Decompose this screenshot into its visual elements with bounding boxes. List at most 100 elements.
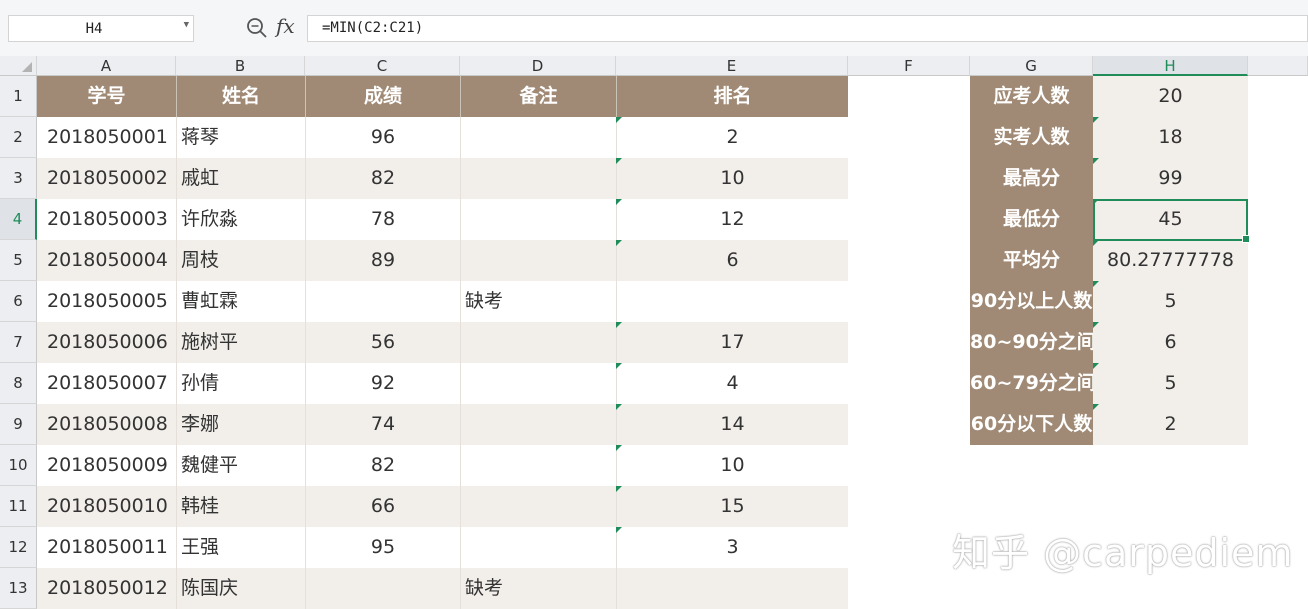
table-cell[interactable]: 2018050007	[37, 363, 176, 404]
table-cell[interactable]: 66	[305, 486, 460, 527]
table-cell[interactable]: 17	[616, 322, 848, 363]
table-cell[interactable]	[460, 363, 616, 404]
stat-label[interactable]: 90分以上人数	[970, 281, 1093, 322]
row-header-11[interactable]: 11	[0, 486, 37, 527]
table-cell[interactable]	[460, 445, 616, 486]
table-cell[interactable]: 蒋琴	[176, 117, 305, 158]
stat-value[interactable]: 18	[1093, 117, 1248, 158]
stat-value[interactable]: 99	[1093, 158, 1248, 199]
zoom-icon[interactable]	[246, 17, 268, 39]
table-cell[interactable]	[616, 281, 848, 322]
chevron-down-icon[interactable]: ▼	[184, 20, 189, 30]
table-cell[interactable]: 78	[305, 199, 460, 240]
stat-label[interactable]: 最低分	[970, 199, 1093, 240]
row-header-8[interactable]: 8	[0, 363, 37, 404]
row-header-12[interactable]: 12	[0, 527, 37, 568]
select-all-corner[interactable]	[0, 56, 37, 76]
table-cell[interactable]: 2018050005	[37, 281, 176, 322]
stat-value[interactable]: 2	[1093, 404, 1248, 445]
table-cell[interactable]: 2018050011	[37, 527, 176, 568]
table-cell[interactable]: 2018050009	[37, 445, 176, 486]
table-cell[interactable]: 周枝	[176, 240, 305, 281]
stat-label[interactable]: 60分以下人数	[970, 404, 1093, 445]
row-header-2[interactable]: 2	[0, 117, 37, 158]
name-box[interactable]: H4 ▼	[8, 15, 194, 42]
stat-label[interactable]: 平均分	[970, 240, 1093, 281]
table-header-cell[interactable]: 排名	[616, 76, 848, 117]
selected-cell-h4[interactable]	[1093, 199, 1250, 243]
table-cell[interactable]: 2	[616, 117, 848, 158]
column-header-e[interactable]: E	[616, 56, 848, 76]
table-cell[interactable]: 缺考	[460, 281, 616, 322]
table-cell[interactable]: 3	[616, 527, 848, 568]
table-cell[interactable]: 2018050004	[37, 240, 176, 281]
table-cell[interactable]	[616, 568, 848, 609]
column-header-f[interactable]: F	[848, 56, 970, 76]
row-header-13[interactable]: 13	[0, 568, 37, 609]
column-header-a[interactable]: A	[37, 56, 176, 76]
table-cell[interactable]	[460, 322, 616, 363]
table-cell[interactable]: 82	[305, 158, 460, 199]
table-cell[interactable]: 56	[305, 322, 460, 363]
table-header-cell[interactable]: 学号	[37, 76, 176, 117]
column-header-g[interactable]: G	[970, 56, 1093, 76]
row-header-6[interactable]: 6	[0, 281, 37, 322]
table-cell[interactable]: 孙倩	[176, 363, 305, 404]
stat-value[interactable]: 5	[1093, 363, 1248, 404]
column-header-c[interactable]: C	[305, 56, 460, 76]
table-cell[interactable]	[460, 486, 616, 527]
row-header-10[interactable]: 10	[0, 445, 37, 486]
table-cell[interactable]: 95	[305, 527, 460, 568]
table-cell[interactable]: 施树平	[176, 322, 305, 363]
table-header-cell[interactable]: 备注	[460, 76, 616, 117]
table-cell[interactable]: 4	[616, 363, 848, 404]
table-cell[interactable]: 2018050008	[37, 404, 176, 445]
row-header-3[interactable]: 3	[0, 158, 37, 199]
table-cell[interactable]	[305, 568, 460, 609]
table-cell[interactable]: 曹虹霖	[176, 281, 305, 322]
row-header-5[interactable]: 5	[0, 240, 37, 281]
table-cell[interactable]: 2018050012	[37, 568, 176, 609]
table-cell[interactable]: 2018050006	[37, 322, 176, 363]
table-cell[interactable]: 王强	[176, 527, 305, 568]
stat-label[interactable]: 最高分	[970, 158, 1093, 199]
row-header-4[interactable]: 4	[0, 199, 37, 240]
fx-icon[interactable]: fx	[276, 14, 295, 38]
table-cell[interactable]: 12	[616, 199, 848, 240]
stat-label[interactable]: 实考人数	[970, 117, 1093, 158]
table-cell[interactable]	[460, 199, 616, 240]
stat-value[interactable]: 20	[1093, 76, 1248, 117]
column-header-h[interactable]: H	[1093, 56, 1248, 76]
table-cell[interactable]: 10	[616, 445, 848, 486]
table-cell[interactable]	[460, 527, 616, 568]
table-cell[interactable]: 2018050010	[37, 486, 176, 527]
table-header-cell[interactable]: 成绩	[305, 76, 460, 117]
table-cell[interactable]: 74	[305, 404, 460, 445]
table-cell[interactable]: 魏健平	[176, 445, 305, 486]
formula-input[interactable]: =MIN(C2:C21)	[307, 15, 1308, 42]
table-cell[interactable]	[460, 158, 616, 199]
table-cell[interactable]: 92	[305, 363, 460, 404]
table-cell[interactable]: 2018050003	[37, 199, 176, 240]
stat-label[interactable]: 60~79分之间人	[970, 363, 1093, 404]
table-cell[interactable]: 14	[616, 404, 848, 445]
table-cell[interactable]: 96	[305, 117, 460, 158]
column-header-d[interactable]: D	[460, 56, 616, 76]
table-cell[interactable]: 许欣淼	[176, 199, 305, 240]
table-cell[interactable]: 82	[305, 445, 460, 486]
table-cell[interactable]	[460, 240, 616, 281]
stat-value[interactable]: 6	[1093, 322, 1248, 363]
stat-label[interactable]: 应考人数	[970, 76, 1093, 117]
table-cell[interactable]: 2018050001	[37, 117, 176, 158]
table-cell[interactable]: 2018050002	[37, 158, 176, 199]
table-cell[interactable]: 6	[616, 240, 848, 281]
table-cell[interactable]: 陈国庆	[176, 568, 305, 609]
table-cell[interactable]: 15	[616, 486, 848, 527]
table-cell[interactable]: 韩桂	[176, 486, 305, 527]
stat-label[interactable]: 80~90分之间人	[970, 322, 1093, 363]
row-header-9[interactable]: 9	[0, 404, 37, 445]
table-cell[interactable]	[460, 404, 616, 445]
table-cell[interactable]: 缺考	[460, 568, 616, 609]
table-cell[interactable]	[305, 281, 460, 322]
table-cell[interactable]: 89	[305, 240, 460, 281]
